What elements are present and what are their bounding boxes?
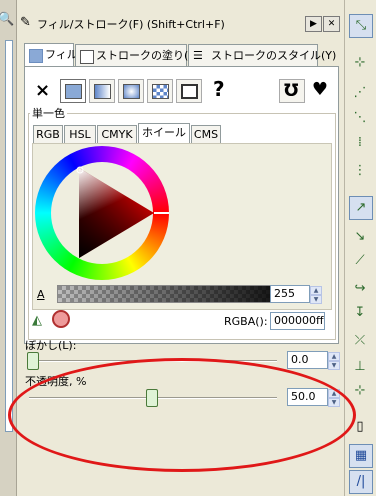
alpha-down-icon[interactable]: ▼ bbox=[310, 295, 322, 304]
blur-input[interactable]: 0.0 bbox=[287, 351, 328, 369]
blur-label: ぼかし(L): bbox=[25, 339, 77, 352]
rgba-value: 000000ff bbox=[274, 314, 324, 327]
snap-center-icon[interactable]: ⋮ bbox=[349, 160, 371, 182]
alpha-input[interactable]: 255 bbox=[270, 285, 310, 303]
blur-slider-thumb[interactable] bbox=[27, 352, 39, 370]
snap-smooth-icon[interactable]: ↪ bbox=[349, 278, 371, 300]
blur-spin-buttons[interactable]: ▲ ▼ bbox=[328, 352, 340, 370]
snap-grid-icon[interactable]: ⤫ bbox=[349, 330, 371, 352]
color-picker-icon[interactable]: ◭ bbox=[32, 313, 42, 328]
snap-bbox-icon[interactable]: ⋰ bbox=[349, 82, 371, 104]
snap-rotation-icon[interactable]: ⊹ bbox=[349, 380, 371, 402]
snap-page-icon[interactable]: ⊥ bbox=[349, 356, 371, 378]
triangle-tint bbox=[79, 168, 154, 258]
rgba-label: RGBA(): bbox=[224, 315, 268, 328]
snap-cusp-icon[interactable]: ⟋ bbox=[349, 250, 371, 272]
annotation-ellipse bbox=[8, 358, 356, 472]
blur-up-icon[interactable]: ▲ bbox=[328, 352, 340, 361]
snap-path-icon[interactable]: ↗ bbox=[349, 196, 373, 220]
left-scroll-area bbox=[5, 40, 13, 432]
snap-edge-icon[interactable]: ⋱ bbox=[349, 107, 371, 129]
grid-icon[interactable]: ▦ bbox=[349, 444, 373, 468]
snap-node-icon[interactable]: ⊹ bbox=[349, 52, 371, 74]
zoom-icon[interactable]: 🔍 bbox=[0, 12, 14, 27]
snap-intersection-icon[interactable]: ↘ bbox=[349, 226, 371, 248]
blur-down-icon[interactable]: ▼ bbox=[328, 361, 340, 370]
alpha-spin-buttons[interactable]: ▲ ▼ bbox=[310, 286, 322, 304]
alpha-slider[interactable] bbox=[57, 285, 303, 303]
alpha-up-icon[interactable]: ▲ bbox=[310, 286, 322, 295]
snap-midpoint-icon[interactable]: ⁞ bbox=[349, 132, 371, 154]
alpha-label: A bbox=[37, 288, 45, 301]
guides-icon[interactable]: /| bbox=[349, 470, 373, 494]
blur-value: 0.0 bbox=[291, 353, 309, 366]
rgba-input[interactable]: 000000ff bbox=[270, 312, 325, 330]
snap-toggle-icon[interactable]: ⤡ bbox=[349, 14, 373, 38]
color-managed-icon[interactable] bbox=[52, 310, 70, 328]
snap-guide-icon[interactable]: ↧ bbox=[349, 302, 371, 324]
alpha-value: 255 bbox=[274, 287, 295, 300]
